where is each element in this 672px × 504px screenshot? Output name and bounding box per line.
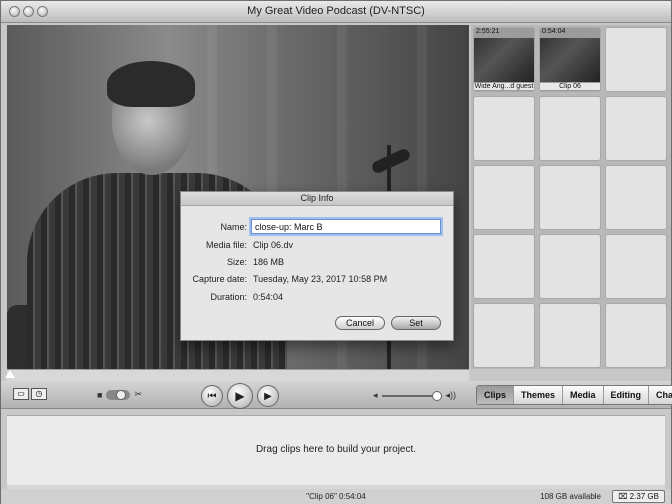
window-title: My Great Video Podcast (DV-NTSC) [247, 5, 425, 17]
tab-themes[interactable]: Themes [514, 386, 564, 404]
edit-mode-switch[interactable]: ■ ✂ [97, 389, 142, 400]
tab-clips[interactable]: Clips [477, 386, 515, 404]
set-button[interactable]: Set [391, 316, 441, 330]
empty-clip-slot[interactable] [473, 303, 535, 368]
trash-icon: ⌧ [618, 492, 630, 501]
clip-caption: Wide Ang...d guest [474, 83, 534, 90]
media-file-label: Media file: [205, 240, 247, 250]
size-label: Size: [226, 257, 247, 267]
clip-duration: 0:54:04 [542, 28, 566, 35]
empty-clip-slot[interactable] [539, 165, 601, 230]
name-label: Name: [220, 222, 247, 232]
tab-editing[interactable]: Editing [603, 386, 650, 404]
rewind-button[interactable]: ⏮ [201, 385, 223, 407]
scissors-icon: ✂ [134, 389, 142, 399]
pane-tabs: ClipsThemesMediaEditingChapters [476, 385, 672, 405]
status-bar: "Clip 06" 0:54:04 108 GB available ⌧ 2.3… [1, 489, 671, 504]
empty-clip-slot[interactable] [605, 96, 667, 161]
clip-viewer-timeline[interactable]: Drag clips here to build your project. [7, 415, 665, 485]
empty-clip-slot[interactable] [605, 27, 667, 92]
scrubber-bar[interactable] [7, 369, 469, 381]
title-bar: My Great Video Podcast (DV-NTSC) [1, 1, 671, 23]
tab-media[interactable]: Media [563, 386, 604, 404]
play-button[interactable]: ▶ [227, 383, 253, 409]
drop-hint: Drag clips here to build your project. [255, 444, 417, 455]
clip-grid: 2:55:21 Wide Ang...d guest 0:54:04 Clip 06 [473, 27, 667, 368]
clip-info-dialog: Clip Info Name: Media file: Clip 06.dv S… [180, 191, 454, 341]
fullscreen-play-button[interactable]: ▶ [257, 385, 279, 407]
clips-pane: 2:55:21 Wide Ang...d guest 0:54:04 Clip 06 [471, 25, 671, 369]
dialog-title: Clip Info [181, 192, 453, 206]
empty-clip-slot[interactable] [605, 165, 667, 230]
duration-value: 0:54:04 [253, 292, 284, 302]
timeline-view-icon[interactable]: ◷ [31, 388, 47, 400]
media-file-value: Clip 06.dv [253, 240, 294, 250]
empty-clip-slot[interactable] [539, 96, 601, 161]
volume-slider[interactable] [381, 390, 442, 401]
volume-high-icon: ◂)) [445, 390, 457, 400]
clip-thumbnail-image [474, 38, 534, 82]
trash-button[interactable]: ⌧ 2.37 GB [612, 490, 665, 503]
volume-low-icon: ◂ [373, 390, 378, 400]
clip-name-input[interactable] [251, 219, 441, 234]
clip-duration: 2:55:21 [476, 28, 500, 35]
clip-thumbnail[interactable]: 0:54:04 Clip 06 [539, 27, 601, 92]
clip-caption: Clip 06 [540, 83, 600, 90]
size-value: 186 MB [253, 257, 285, 267]
volume-control: ◂ ◂)) [373, 390, 456, 401]
empty-clip-slot[interactable] [473, 234, 535, 299]
playhead[interactable] [5, 370, 15, 378]
clip-thumbnail[interactable]: 2:55:21 Wide Ang...d guest [473, 27, 535, 92]
empty-clip-slot[interactable] [539, 234, 601, 299]
empty-clip-slot[interactable] [539, 303, 601, 368]
control-bar: ▭ ◷ ■ ✂ ⏮ ▶ ▶ ◂ ◂)) Clips Themes Media Edit… [1, 381, 672, 409]
cancel-button[interactable]: Cancel [335, 316, 385, 330]
empty-clip-slot[interactable] [605, 234, 667, 299]
trash-size: 2.37 GB [629, 492, 659, 501]
capture-date-label: Capture date: [192, 274, 247, 284]
clip-view-icon[interactable]: ▭ [13, 388, 29, 400]
disk-available: 108 GB available [540, 492, 601, 501]
microphone [370, 147, 412, 175]
empty-clip-slot[interactable] [473, 96, 535, 161]
person-hair [107, 61, 195, 107]
tab-chapters[interactable]: Chapters [649, 386, 672, 404]
imovie-window: My Great Video Podcast (DV-NTSC) 0:00:00… [0, 0, 672, 504]
view-toggle[interactable]: ▭ ◷ [13, 388, 47, 400]
empty-clip-slot[interactable] [473, 165, 535, 230]
camera-icon: ■ [97, 389, 103, 400]
clip-thumbnail-image [540, 38, 600, 82]
empty-clip-slot[interactable] [605, 303, 667, 368]
transport-controls: ⏮ ▶ ▶ [201, 383, 279, 409]
capture-date-value: Tuesday, May 23, 2017 10:58 PM [253, 274, 388, 284]
duration-label: Duration: [210, 292, 247, 302]
mode-switch-track[interactable] [106, 389, 131, 400]
